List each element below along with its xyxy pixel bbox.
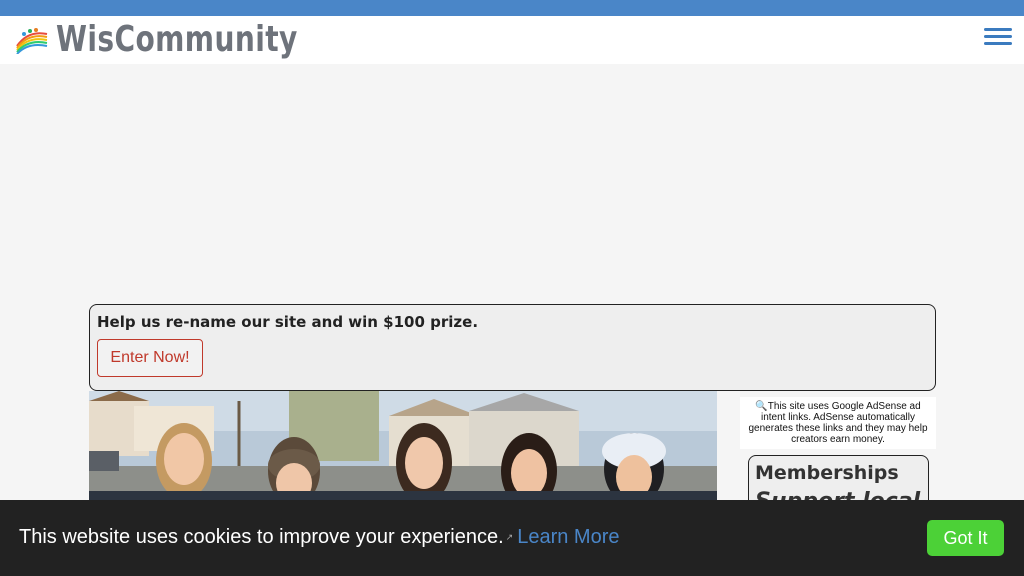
- enter-now-button[interactable]: Enter Now!: [97, 339, 203, 377]
- external-link-icon: ↗: [505, 532, 514, 543]
- adsense-notice-text: This site uses Google AdSense ad intent …: [748, 401, 928, 445]
- home-logo-link[interactable]: WisCommunity: [14, 20, 366, 60]
- got-it-button[interactable]: Got It: [927, 520, 1004, 556]
- adsense-notice: 🔍This site uses Google AdSense ad intent…: [740, 397, 936, 449]
- ad-placeholder: [0, 64, 1024, 300]
- site-name: WisCommunity: [56, 19, 298, 60]
- site-header: WisCommunity: [0, 16, 1024, 64]
- hamburger-menu-icon[interactable]: [984, 28, 1012, 50]
- rename-contest-headline: Help us re-name our site and win $100 pr…: [97, 313, 479, 331]
- top-accent-stripe: [0, 0, 1024, 16]
- magnifier-icon: 🔍: [755, 401, 768, 412]
- group-photo-image: [89, 391, 717, 501]
- learn-more-link[interactable]: Learn More: [517, 526, 619, 548]
- rainbow-logo-icon: [16, 28, 48, 54]
- rename-contest-banner: Help us re-name our site and win $100 pr…: [89, 304, 936, 391]
- cookie-message-line: This website uses cookies to improve you…: [19, 526, 620, 549]
- cookie-message: This website uses cookies to improve you…: [19, 526, 504, 548]
- cookie-consent-bar: This website uses cookies to improve you…: [0, 500, 1024, 576]
- memberships-title: Memberships: [755, 462, 899, 484]
- featured-photo[interactable]: [89, 391, 717, 501]
